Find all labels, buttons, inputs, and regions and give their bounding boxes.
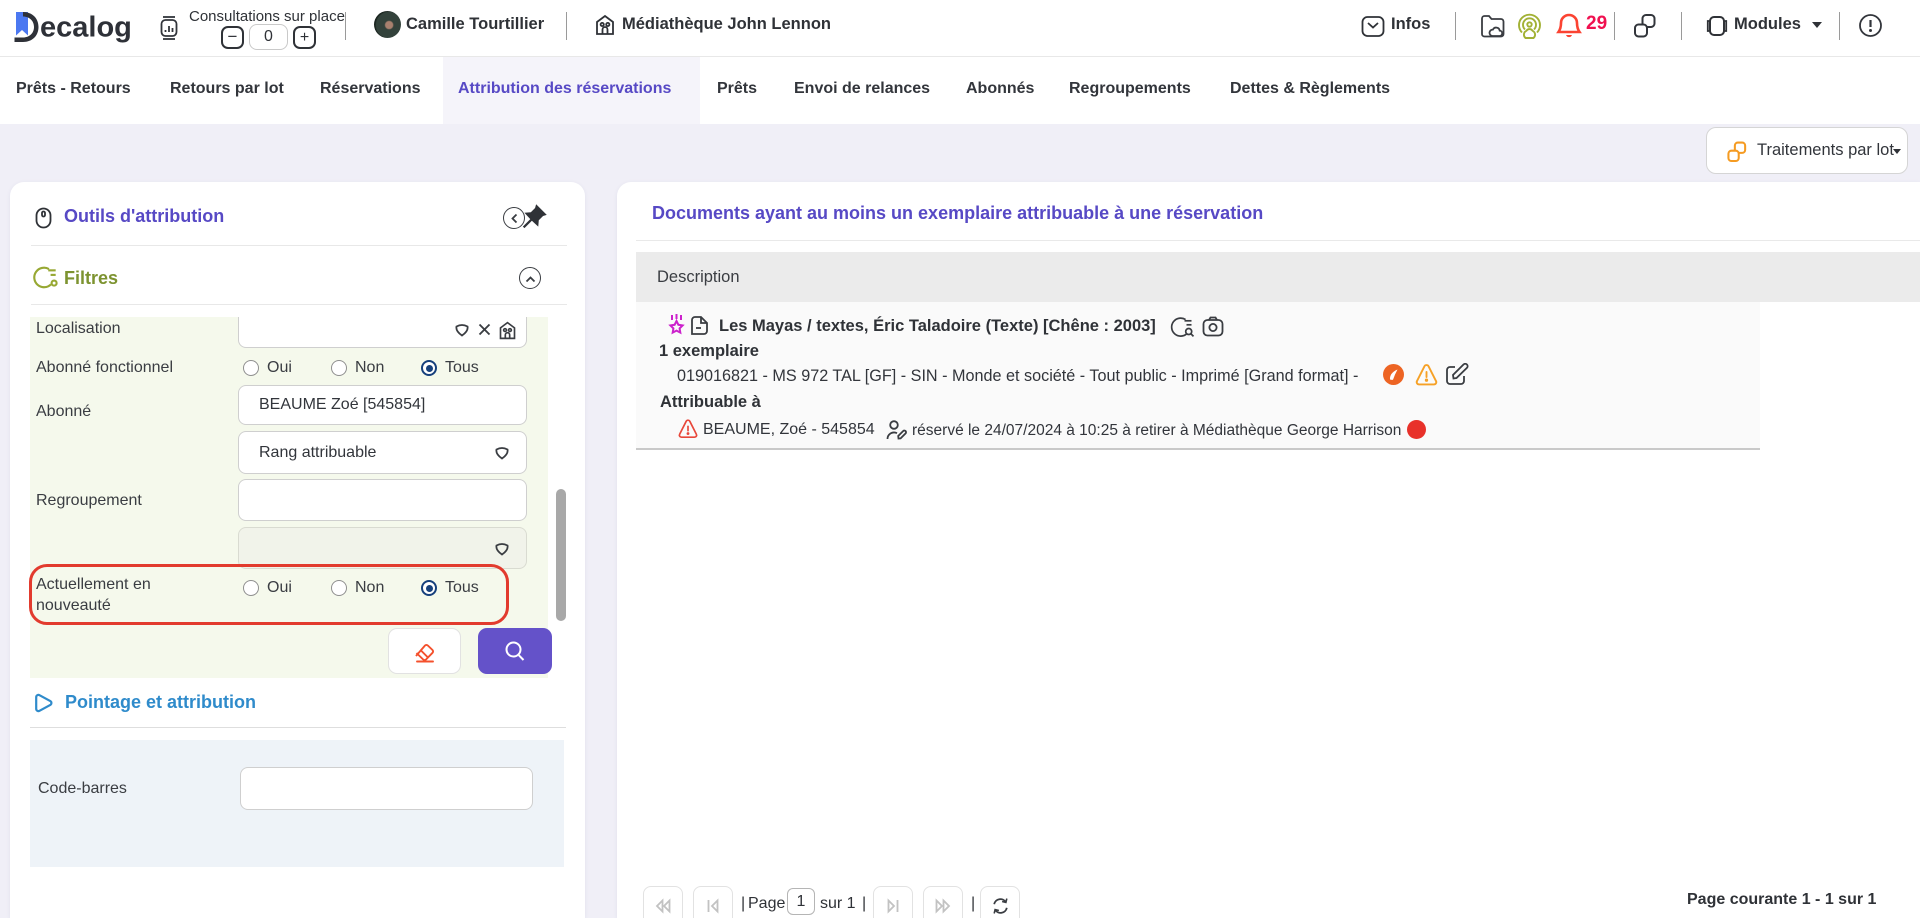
svg-text:ecalog: ecalog: [40, 12, 132, 44]
